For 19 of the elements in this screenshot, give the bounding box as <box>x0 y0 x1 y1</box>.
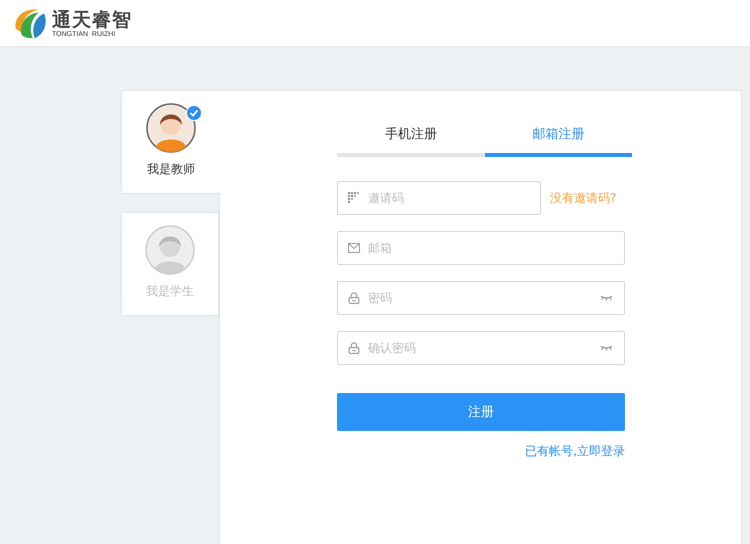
eye-closed-icon[interactable] <box>600 345 613 351</box>
register-button[interactable]: 注册 <box>337 393 625 431</box>
eye-closed-icon[interactable] <box>600 295 613 301</box>
no-invite-link[interactable]: 没有邀请码? <box>550 190 616 206</box>
role-card[interactable]: 我是教师 <box>121 90 220 194</box>
role-label: 我是教师 <box>147 161 195 178</box>
logo-name: 通天睿智 <box>52 8 132 30</box>
check-badge-icon <box>186 105 202 121</box>
role-label: 我是学生 <box>146 283 194 300</box>
login-link[interactable]: 已有帐号,立即登录 <box>525 443 625 460</box>
input-field[interactable]: 确认密码 <box>337 331 625 365</box>
avatar-icon <box>146 103 196 153</box>
avatar-icon <box>145 225 195 275</box>
input-field[interactable]: 密码 <box>337 281 625 315</box>
input-field[interactable]: 邀请码 <box>337 181 541 215</box>
input-field[interactable]: 邮箱 <box>337 231 625 265</box>
role-card[interactable]: 我是学生 <box>121 212 219 316</box>
tab[interactable]: 邮箱注册 <box>484 119 632 157</box>
tab[interactable]: 手机注册 <box>337 119 484 157</box>
